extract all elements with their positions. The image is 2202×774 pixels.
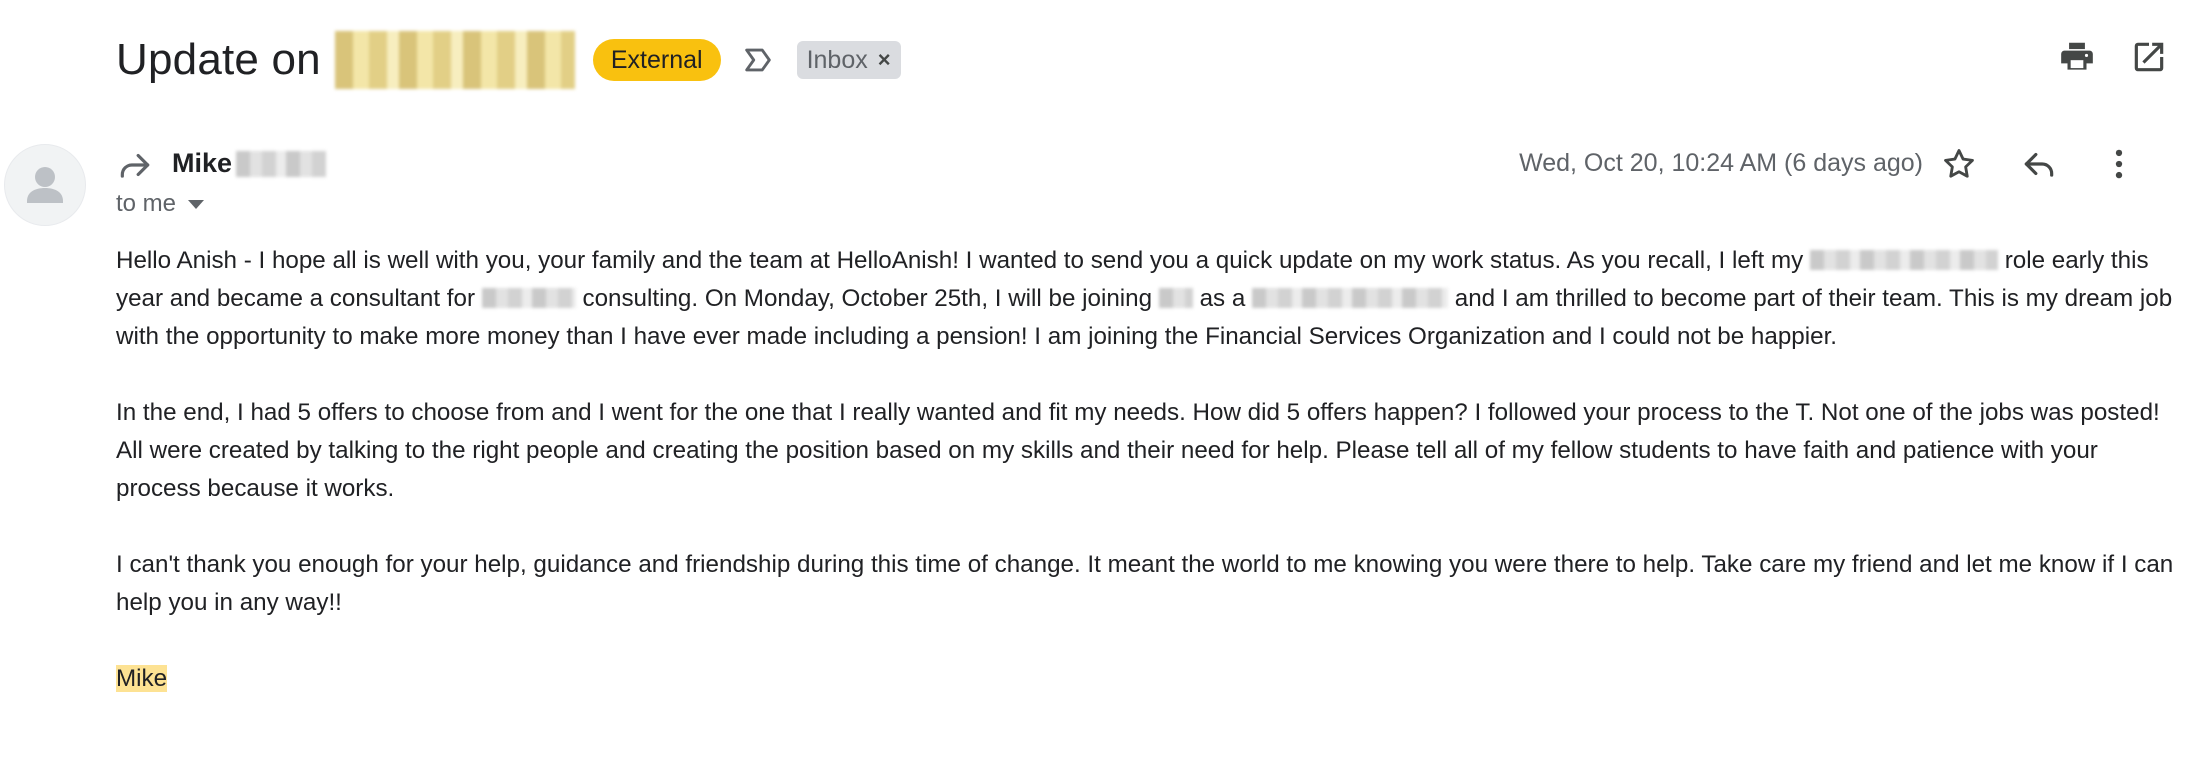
forwarded-icon	[120, 153, 150, 178]
chevron-down-icon	[188, 199, 205, 209]
recipient-details-toggle[interactable]: to me	[116, 190, 205, 218]
body-paragraph: In the end, I had 5 offers to choose fro…	[116, 399, 2160, 502]
paragraph-text: as a	[1199, 285, 1246, 312]
redacted-subject-text	[334, 31, 575, 89]
sender-first-name: Mike	[172, 148, 233, 178]
message-body: Hello Anish - I hope all is well with yo…	[116, 242, 2176, 736]
body-paragraph: Hello Anish - I hope all is well with yo…	[116, 242, 2176, 356]
print-icon[interactable]	[2058, 38, 2096, 76]
importance-marker-icon[interactable]	[741, 43, 775, 77]
redacted-text	[1809, 250, 1998, 270]
avatar[interactable]	[4, 144, 86, 226]
redacted-text	[1252, 288, 1449, 308]
inbox-label-text: Inbox	[806, 46, 868, 74]
message-date: Wed, Oct 20, 10:24 AM (6 days ago)	[1519, 149, 1923, 177]
signature: Mike	[116, 660, 2176, 698]
remove-label-button[interactable]: ×	[878, 46, 891, 74]
redacted-text	[481, 288, 576, 308]
reply-icon[interactable]	[2020, 145, 2058, 183]
redacted-text	[1158, 288, 1193, 308]
email-subject: Update on	[116, 35, 321, 84]
redacted-sender-surname	[236, 150, 327, 177]
more-vertical-icon[interactable]	[2100, 145, 2138, 183]
sender-name[interactable]: Mike	[172, 148, 327, 179]
star-icon[interactable]	[1940, 145, 1978, 183]
paragraph-text: Hello Anish - I hope all is well with yo…	[116, 247, 1804, 274]
recipient-line: to me	[116, 190, 177, 217]
avatar-person-icon	[27, 167, 63, 203]
open-in-new-window-icon[interactable]	[2130, 38, 2168, 76]
signature-name: Mike	[116, 665, 168, 692]
thread-toolbar	[2058, 38, 2202, 76]
external-label: External	[592, 39, 721, 81]
inbox-label[interactable]: Inbox ×	[796, 41, 901, 79]
subject-row: Update on External Inbox ×	[116, 26, 901, 94]
body-paragraph: I can't thank you enough for your help, …	[116, 551, 2174, 616]
paragraph-text: consulting. On Monday, October 25th, I w…	[582, 285, 1153, 312]
